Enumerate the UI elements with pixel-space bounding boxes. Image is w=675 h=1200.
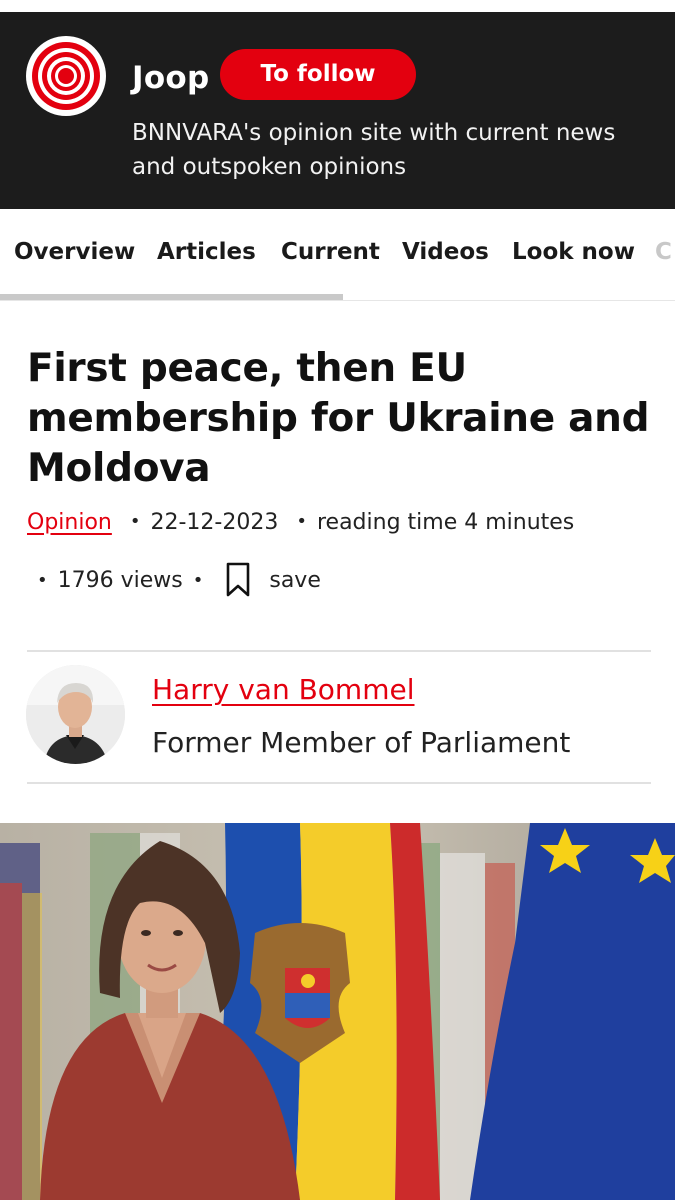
tab-look-now[interactable]: Look now [512,239,635,265]
view-count: 1796 views [57,567,183,593]
joop-logo-icon[interactable] [26,36,106,116]
divider [27,650,651,652]
bookmark-icon[interactable] [225,562,251,598]
separator-dot: • [192,569,204,591]
separator-dot: • [296,511,307,532]
tab-overflow[interactable]: C [655,239,672,265]
author-role: Former Member of Parliament [152,726,571,759]
site-header: Joop To follow BNNVARA's opinion site wi… [0,12,675,209]
hero-image[interactable] [0,823,675,1200]
divider [27,782,651,784]
tab-articles[interactable]: Articles [157,239,256,265]
tab-current[interactable]: Current [281,239,380,265]
status-strip [0,0,675,12]
author-name-link[interactable]: Harry van Bommel [152,673,415,706]
author-avatar[interactable] [26,665,125,764]
separator-dot: • [129,511,141,532]
tab-videos[interactable]: Videos [402,239,489,265]
follow-button[interactable]: To follow [220,49,416,100]
reading-time: reading time 4 minutes [316,510,575,535]
save-button[interactable]: save [269,568,321,593]
site-tagline: BNNVARA's opinion site with current news… [132,120,616,180]
article-meta-secondary: • 1796 views • save [27,562,321,598]
section-tabs: Overview Articles Current Videos Look no… [0,209,675,301]
article-title: First peace, then EU membership for Ukra… [27,346,650,491]
publish-date: 22-12-2023 [150,510,279,535]
separator-dot: • [37,569,48,591]
article-meta-primary: Opinion • 22-12-2023 • reading time 4 minute… [27,510,574,535]
tab-overview[interactable]: Overview [14,239,135,265]
category-link[interactable]: Opinion [27,510,112,535]
active-tab-indicator [0,294,343,300]
brand-name[interactable]: Joop [132,60,210,96]
